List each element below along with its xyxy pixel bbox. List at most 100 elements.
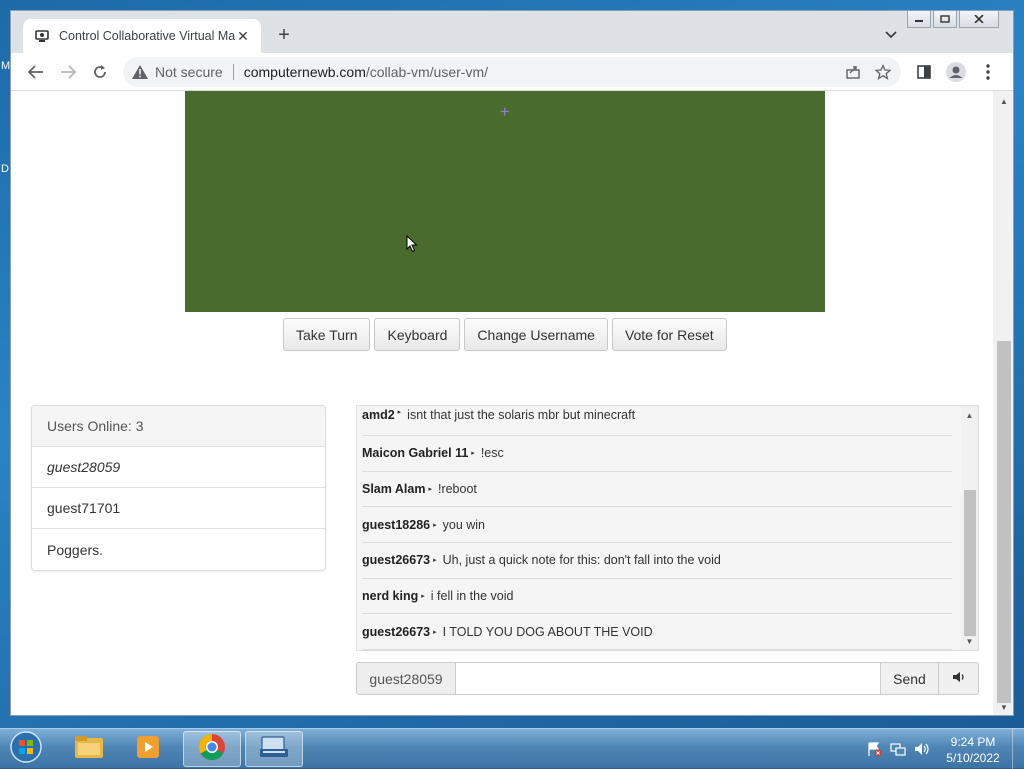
forward-arrow-icon[interactable] bbox=[57, 62, 79, 82]
chat-message-list: amd2 ▸ isnt that just the solaris mbr but … bbox=[357, 406, 957, 650]
vote-for-reset-button[interactable]: Vote for Reset bbox=[611, 318, 727, 351]
chat-scroll-thumb[interactable] bbox=[964, 490, 976, 636]
show-desktop-button[interactable] bbox=[1012, 729, 1024, 769]
windows-start-orb-icon bbox=[9, 730, 43, 769]
url-path: /collab-vm/user-vm/ bbox=[365, 64, 489, 80]
window-controls bbox=[907, 11, 999, 28]
keyboard-button[interactable]: Keyboard bbox=[374, 318, 461, 351]
page-scrollbar[interactable]: ▲ ▼ bbox=[993, 91, 1013, 715]
chat-username: Maicon Gabriel 11 bbox=[362, 446, 469, 461]
not-secure-label[interactable]: Not secure bbox=[155, 64, 223, 80]
chat-log[interactable]: amd2 ▸ isnt that just the solaris mbr but … bbox=[356, 405, 979, 651]
user-list-item[interactable]: Poggers. bbox=[32, 529, 325, 570]
media-player-taskbar-button[interactable] bbox=[120, 731, 178, 767]
page-scroll-thumb[interactable] bbox=[997, 341, 1011, 703]
warning-icon bbox=[131, 64, 149, 80]
taskbar: 9:24 PM 5/10/2022 bbox=[0, 728, 1024, 769]
chat-username: guest18286 bbox=[362, 517, 431, 532]
chat-text: Uh, just a quick note for this: don't fa… bbox=[442, 553, 721, 568]
system-tray bbox=[866, 741, 930, 757]
chat-arrow-icon: ▸ bbox=[421, 593, 425, 601]
chat-scrollbar[interactable]: ▲ ▼ bbox=[961, 406, 978, 650]
tab-bar: Control Collaborative Virtual Ma ✕ + bbox=[11, 11, 1013, 53]
onscreen-keyboard-taskbar-button[interactable] bbox=[245, 731, 303, 767]
tab-title: Control Collaborative Virtual Ma bbox=[59, 29, 235, 43]
menu-kebab-icon[interactable] bbox=[977, 62, 999, 82]
share-icon[interactable] bbox=[845, 64, 861, 85]
chat-arrow-icon: ▸ bbox=[433, 557, 437, 565]
scroll-up-arrow-icon[interactable]: ▲ bbox=[961, 408, 978, 422]
back-arrow-icon[interactable] bbox=[25, 62, 47, 82]
url-host: computernewb.com bbox=[243, 64, 366, 80]
bookmark-star-icon[interactable] bbox=[874, 63, 892, 85]
start-button[interactable] bbox=[6, 730, 46, 768]
address-bar[interactable]: Not secure computernewb.com/collab-vm/us… bbox=[123, 57, 901, 87]
chat-text: isnt that just the solaris mbr but minec… bbox=[407, 408, 636, 422]
chat-arrow-icon: ▸ bbox=[397, 409, 402, 416]
desktop-icon-label: D bbox=[1, 163, 9, 175]
chat-message-input[interactable] bbox=[456, 662, 881, 695]
chat-arrow-icon: ▸ bbox=[428, 486, 432, 494]
side-panel-icon[interactable] bbox=[913, 62, 935, 82]
desktop-icon-label: M bbox=[1, 60, 11, 72]
chat-text: you win bbox=[442, 517, 486, 532]
url-text[interactable]: computernewb.com/collab-vm/user-vm/ bbox=[244, 64, 488, 80]
chat-username: guest26673 bbox=[362, 553, 431, 568]
profile-avatar-icon[interactable] bbox=[945, 62, 967, 82]
new-tab-button[interactable]: + bbox=[273, 25, 295, 45]
chat-message: guest18286 ▸ you win bbox=[362, 507, 952, 544]
minimize-button[interactable] bbox=[907, 11, 931, 28]
chat-arrow-icon: ▸ bbox=[471, 450, 475, 458]
tab-search-chevron-icon[interactable] bbox=[884, 27, 904, 43]
mouse-cursor-icon bbox=[406, 234, 418, 258]
clock-date: 5/10/2022 bbox=[946, 751, 1000, 765]
chat-message: nerd king ▸ i fell in the void bbox=[362, 579, 952, 615]
user-list-item[interactable]: guest28059 bbox=[32, 447, 325, 488]
browser-toolbar: Not secure computernewb.com/collab-vm/us… bbox=[11, 53, 1013, 91]
keyboard-icon bbox=[258, 735, 290, 764]
scroll-up-arrow-icon[interactable]: ▲ bbox=[993, 93, 1013, 109]
change-username-button[interactable]: Change Username bbox=[464, 318, 608, 351]
vm-display[interactable]: + bbox=[185, 91, 825, 312]
window-close-button[interactable] bbox=[959, 11, 999, 28]
reload-icon[interactable] bbox=[89, 62, 111, 82]
system-clock[interactable]: 9:24 PM 5/10/2022 bbox=[940, 734, 1006, 766]
volume-icon[interactable] bbox=[914, 741, 930, 757]
chat-text: !reboot bbox=[437, 482, 477, 497]
chat-message: guest26673 ▸ I TOLD YOU DOG ABOUT THE VOID bbox=[362, 614, 952, 650]
take-turn-button[interactable]: Take Turn bbox=[283, 318, 371, 351]
sound-toggle-button[interactable] bbox=[939, 662, 979, 695]
chat-username-label: guest28059 bbox=[356, 662, 456, 695]
chat-text: !esc bbox=[480, 446, 504, 461]
chat-input-group: guest28059 Send bbox=[356, 662, 979, 695]
scroll-down-arrow-icon[interactable]: ▼ bbox=[993, 699, 1013, 715]
vm-controls: Take Turn Keyboard Change Username Vote … bbox=[283, 318, 727, 351]
chat-username: Slam Alam bbox=[362, 482, 426, 497]
browser-tab[interactable]: Control Collaborative Virtual Ma ✕ bbox=[23, 19, 261, 53]
browser-window: Control Collaborative Virtual Ma ✕ + Not… bbox=[10, 10, 1014, 716]
users-online-header: Users Online: 3 bbox=[32, 406, 325, 447]
chat-username: guest26673 bbox=[362, 624, 431, 639]
crosshair-icon: + bbox=[500, 104, 510, 121]
chat-message: amd2 ▸ isnt that just the solaris mbr but … bbox=[362, 406, 952, 436]
chat-text: I TOLD YOU DOG ABOUT THE VOID bbox=[442, 624, 653, 639]
user-list-item[interactable]: guest71701 bbox=[32, 488, 325, 529]
chrome-taskbar-button[interactable] bbox=[183, 731, 241, 767]
clock-time: 9:24 PM bbox=[950, 735, 996, 749]
chat-arrow-icon: ▸ bbox=[433, 521, 437, 529]
chat-message: Slam Alam ▸ !reboot bbox=[362, 472, 952, 508]
network-icon[interactable] bbox=[890, 741, 906, 757]
tab-close-icon[interactable]: ✕ bbox=[235, 28, 251, 45]
chrome-icon bbox=[197, 732, 227, 767]
maximize-button[interactable] bbox=[933, 11, 957, 28]
folder-icon bbox=[74, 734, 104, 765]
explorer-taskbar-button[interactable] bbox=[60, 731, 118, 767]
chat-arrow-icon: ▸ bbox=[433, 628, 437, 636]
chat-message: Maicon Gabriel 11 ▸ !esc bbox=[362, 436, 952, 472]
scroll-down-arrow-icon[interactable]: ▼ bbox=[961, 634, 978, 648]
speaker-icon bbox=[952, 670, 966, 688]
send-button[interactable]: Send bbox=[881, 662, 939, 695]
action-center-flag-icon[interactable] bbox=[866, 741, 882, 757]
chat-text: i fell in the void bbox=[430, 589, 514, 604]
chat-message: guest26673 ▸ Uh, just a quick note for thi… bbox=[362, 543, 952, 579]
